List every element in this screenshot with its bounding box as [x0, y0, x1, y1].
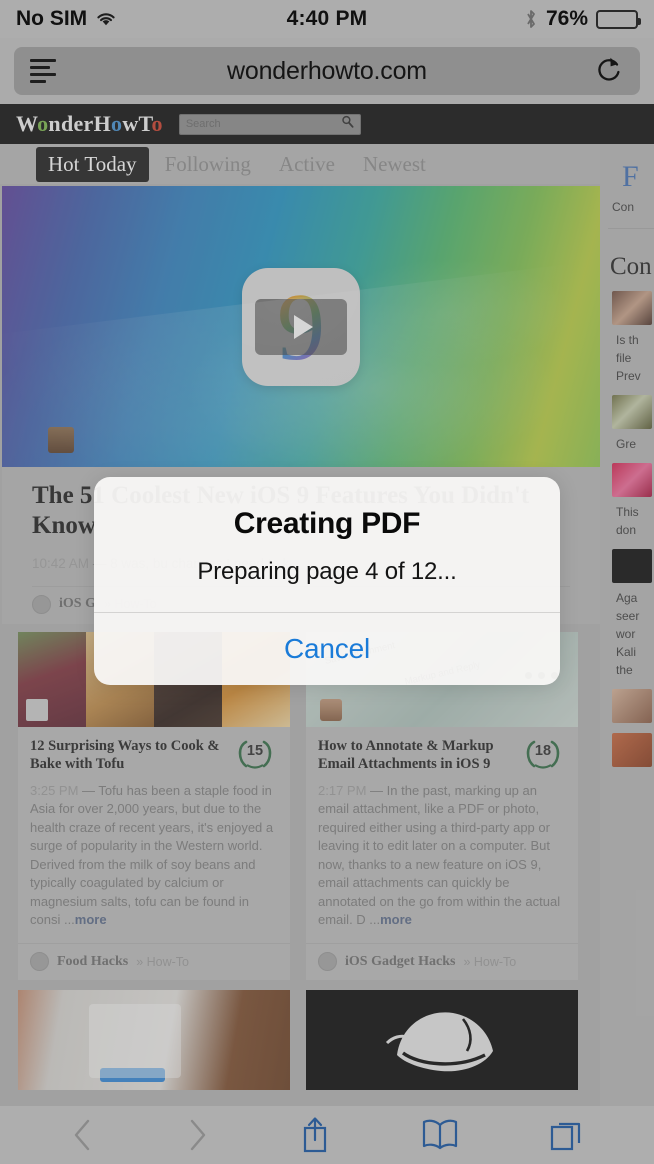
battery-percent-label: 76% [545, 7, 588, 30]
share-icon[interactable] [298, 1114, 332, 1156]
bookmarks-book-icon[interactable] [420, 1118, 460, 1152]
tabs-icon[interactable] [548, 1116, 584, 1154]
reload-icon[interactable] [594, 53, 624, 90]
status-bar: No SIM 4:40 PM 76% [0, 0, 654, 38]
alert-title: Creating PDF [233, 507, 421, 540]
creating-pdf-alert: Creating PDF Preparing page 4 of 12... C… [94, 477, 560, 685]
address-bar[interactable]: wonderhowto.com [14, 47, 640, 95]
battery-icon [596, 9, 641, 29]
alert-message: Preparing page 4 of 12... [197, 558, 457, 585]
alert-body: Creating PDF Preparing page 4 of 12... [94, 477, 560, 612]
back-chevron-icon[interactable] [70, 1116, 96, 1154]
safari-bottom-toolbar [0, 1106, 654, 1164]
forward-chevron-icon[interactable] [184, 1116, 210, 1154]
cancel-button[interactable]: Cancel [94, 613, 560, 685]
bluetooth-icon [524, 8, 538, 30]
url-text: wonderhowto.com [227, 56, 427, 85]
status-bar-right: 76% [524, 7, 641, 31]
safari-url-bar-container: wonderhowto.com [0, 38, 654, 104]
